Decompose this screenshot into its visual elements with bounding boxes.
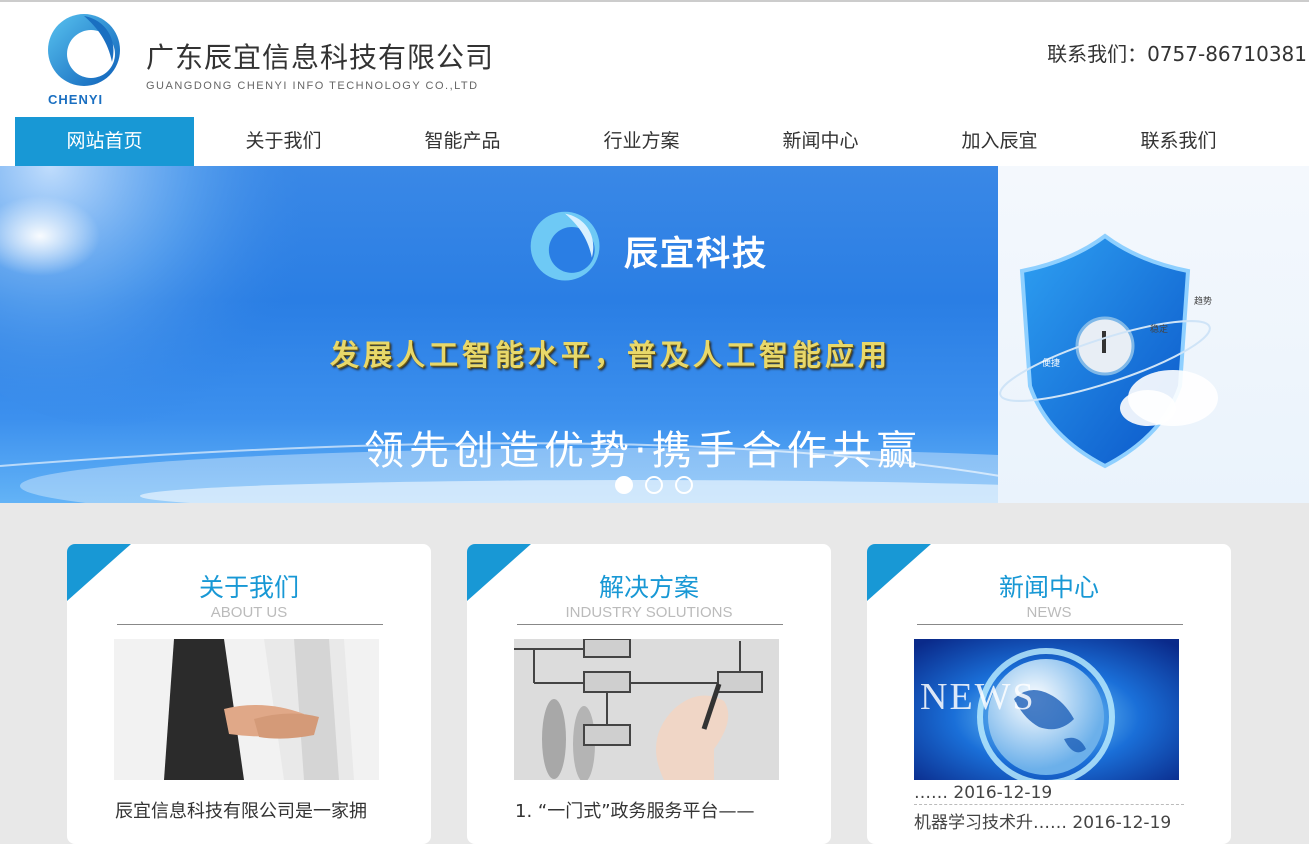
news-globe-photo[interactable]: NEWS	[914, 639, 1179, 780]
banner-brand: 辰宜科技	[624, 234, 768, 274]
security-shield-illustration: 安全 便捷 稳定 趋势	[999, 233, 1218, 469]
handshake-photo[interactable]	[114, 639, 379, 780]
company-name: 广东辰宜信息科技有限公司	[146, 41, 495, 74]
card-subtitle: ABOUT US	[210, 604, 288, 621]
card-subtitle: INDUSTRY SOLUTIONS	[565, 604, 733, 621]
nav-item-home[interactable]: 网站首页	[15, 117, 194, 166]
card-excerpt: 1. “一门式”政务服务平台——	[515, 801, 755, 822]
logo-wordmark: CHENYI	[48, 92, 104, 107]
nav-item-solutions[interactable]: 行业方案	[552, 117, 731, 166]
nav-item-join[interactable]: 加入辰宜	[910, 117, 1089, 166]
card-divider	[517, 624, 783, 625]
news-divider	[914, 804, 1184, 805]
shield-label-convenient: 便捷	[1042, 357, 1060, 369]
site-header: CHENYI 广东辰宜信息科技有限公司 GUANGDONG CHENYI INF…	[0, 2, 1309, 117]
banner-slogan: 发展人工智能水平，普及人工智能应用	[330, 338, 892, 372]
flowchart-photo[interactable]	[514, 639, 779, 780]
company-name-english: GUANGDONG CHENYI INFO TECHNOLOGY CO.,LTD	[146, 80, 479, 92]
nav-item-contact[interactable]: 联系我们	[1089, 117, 1268, 166]
carousel-dot-3[interactable]	[675, 476, 693, 494]
card-subtitle: NEWS	[1026, 604, 1072, 621]
nav-item-products[interactable]: 智能产品	[373, 117, 552, 166]
card-excerpt: 辰宜信息科技有限公司是一家拥	[115, 801, 367, 822]
card-title[interactable]: 解决方案	[467, 568, 831, 604]
news-item[interactable]: …… 2016-12-19	[914, 783, 1184, 803]
banner-logo-icon	[524, 206, 610, 296]
carousel-dot-2[interactable]	[645, 476, 663, 494]
card-solutions: 解决方案 INDUSTRY SOLUTIONS 1. “一门式”政务服务平台——	[467, 544, 831, 844]
hero-banner[interactable]: 安全 便捷 稳定 趋势 辰宜科技 发展人工智能水平，普及人工智能应用 领先创造优…	[0, 166, 1309, 503]
main-nav: 网站首页 关于我们 智能产品 行业方案 新闻中心 加入辰宜 联系我们	[0, 117, 1309, 166]
card-divider	[117, 624, 383, 625]
news-item[interactable]: 机器学习技术升…… 2016-12-19	[914, 808, 1184, 833]
news-image-caption: NEWS	[920, 676, 1036, 718]
card-title[interactable]: 关于我们	[67, 568, 431, 604]
contact-phone: 联系我们：0757-86710381	[1047, 42, 1307, 66]
nav-item-news[interactable]: 新闻中心	[731, 117, 910, 166]
shield-label-stable: 稳定	[1150, 323, 1168, 335]
nav-item-about[interactable]: 关于我们	[194, 117, 373, 166]
banner-tagline: 领先创造优势·携手合作共赢	[364, 428, 922, 474]
card-about: 关于我们 ABOUT US 辰宜信息科技有限公司是一家拥	[67, 544, 431, 844]
card-divider	[917, 624, 1183, 625]
card-title[interactable]: 新闻中心	[867, 568, 1231, 604]
carousel-dot-1[interactable]	[615, 476, 633, 494]
card-news: 新闻中心 NEWS NEWS …… 2016-12-19 机器学习技术升…… 2…	[867, 544, 1231, 844]
shield-label-trend: 趋势	[1194, 295, 1212, 307]
